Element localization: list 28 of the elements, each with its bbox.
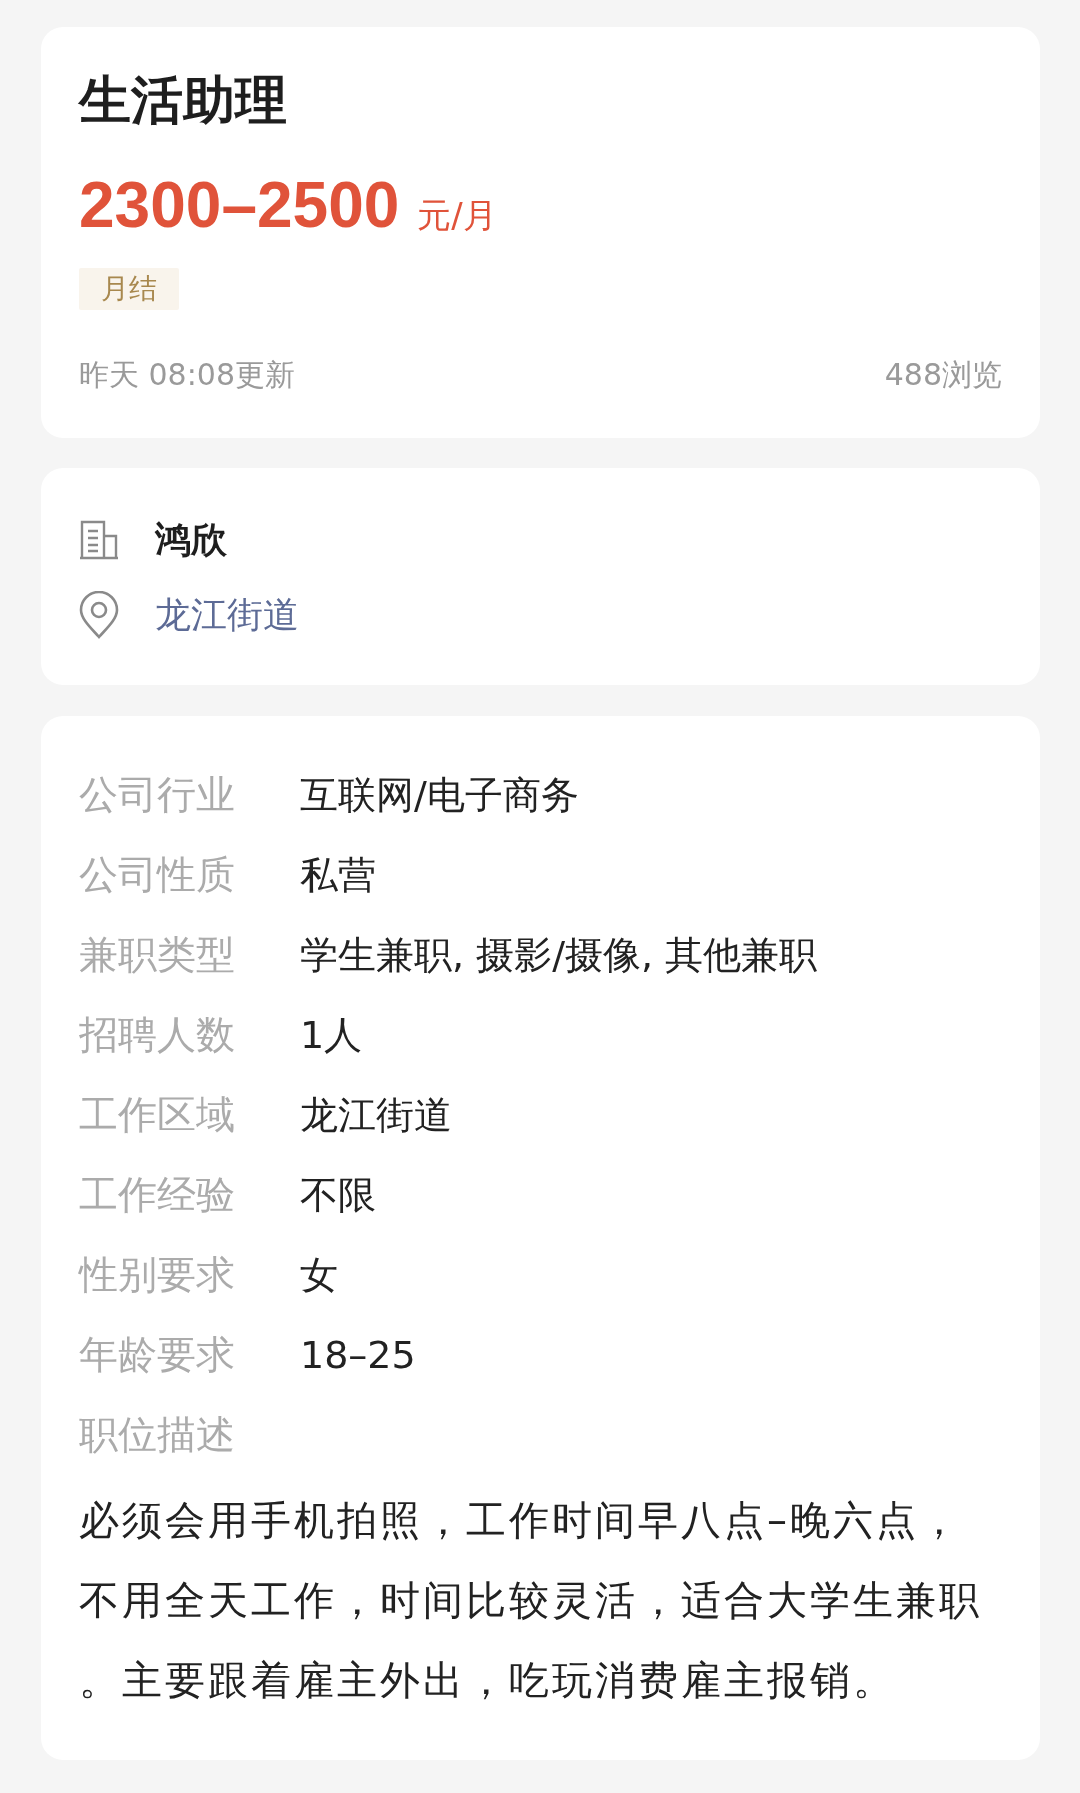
detail-label: 工作经验 bbox=[79, 1171, 236, 1219]
detail-value: 学生兼职, 摄影/摄像, 其他兼职 bbox=[300, 931, 818, 979]
detail-label: 性别要求 bbox=[79, 1251, 236, 1299]
detail-label: 年龄要求 bbox=[79, 1331, 236, 1379]
company-name: 鸿欣 bbox=[155, 517, 227, 562]
detail-value: 互联网/电子商务 bbox=[300, 771, 579, 819]
detail-value: 不限 bbox=[300, 1171, 376, 1219]
payment-tag: 月结 bbox=[79, 268, 179, 310]
detail-label: 工作区域 bbox=[79, 1091, 236, 1139]
update-time: 昨天 08:08更新 bbox=[79, 356, 295, 394]
detail-label: 兼职类型 bbox=[79, 931, 236, 979]
detail-label: 公司性质 bbox=[79, 851, 236, 899]
job-description: 必须会用手机拍照，工作时间早八点–晚六点，不用全天工作，时间比较灵活，适合大学生兼职。主要跟着雇主外出，吃玩消费雇主报销。 bbox=[79, 1496, 983, 1705]
job-title: 生活助理 bbox=[79, 69, 288, 132]
detail-value: 私营 bbox=[300, 851, 376, 899]
detail-value: 1人 bbox=[300, 1011, 363, 1059]
salary-unit: 元/月 bbox=[417, 194, 497, 237]
salary-range: 2300–2500 bbox=[79, 168, 400, 243]
detail-value: 龙江街道 bbox=[300, 1091, 452, 1139]
description-label: 职位描述 bbox=[79, 1411, 236, 1459]
detail-value: 女 bbox=[300, 1251, 338, 1299]
location-pin-icon bbox=[79, 591, 119, 639]
building-icon bbox=[79, 520, 119, 560]
view-count: 488浏览 bbox=[884, 356, 1002, 394]
company-location: 龙江街道 bbox=[155, 592, 299, 637]
detail-label: 公司行业 bbox=[79, 771, 236, 819]
detail-value: 18–25 bbox=[300, 1333, 416, 1377]
detail-label: 招聘人数 bbox=[79, 1011, 236, 1059]
